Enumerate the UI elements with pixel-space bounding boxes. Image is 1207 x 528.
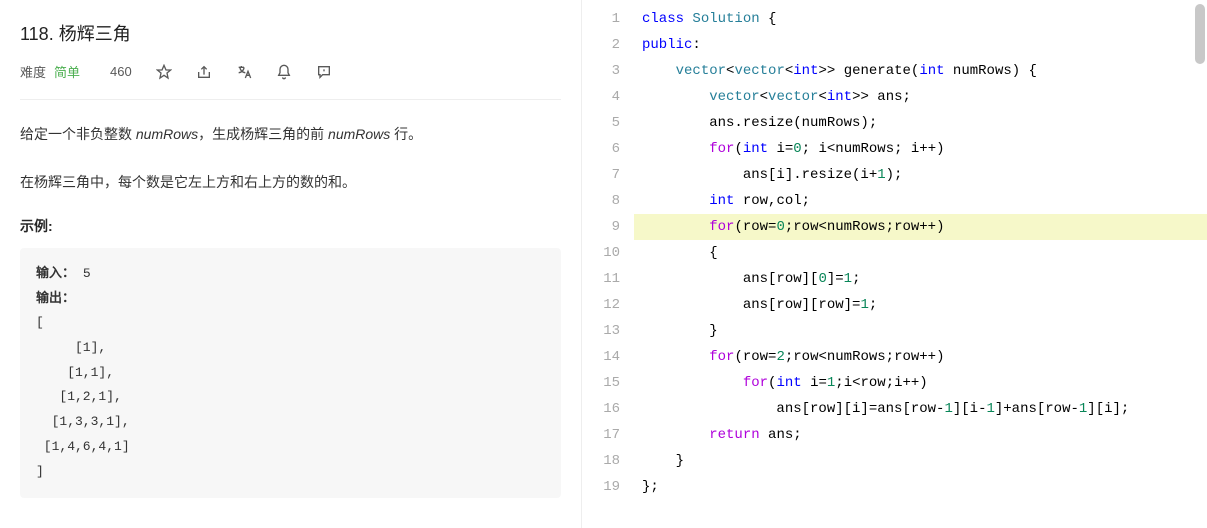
code-line[interactable]: } (634, 318, 1207, 344)
difficulty-value: 简单 (54, 62, 80, 81)
code-line[interactable]: ans[i].resize(i+1); (634, 162, 1207, 188)
code-line[interactable]: } (634, 448, 1207, 474)
code-line[interactable]: int row,col; (634, 188, 1207, 214)
example-heading: 示例: (20, 216, 561, 236)
line-number: 12 (600, 292, 620, 318)
line-number: 8 (600, 188, 620, 214)
problem-description-1: 给定一个非负整数 numRows，生成杨辉三角的前 numRows 行。 (20, 120, 561, 148)
line-number: 5 (600, 110, 620, 136)
line-number: 10 (600, 240, 620, 266)
code-line[interactable]: for(int i=0; i<numRows; i++) (634, 136, 1207, 162)
line-number: 3 (600, 58, 620, 84)
scrollbar-thumb[interactable] (1195, 4, 1205, 64)
line-number-gutter: 12345678910111213141516171819 (590, 6, 634, 500)
problem-meta-row: 难度 简单 460 (20, 62, 561, 81)
code-line[interactable]: ans[row][i]=ans[row-1][i-1]+ans[row-1][i… (634, 396, 1207, 422)
scrollbar-track[interactable] (1195, 4, 1205, 504)
problem-description-2: 在杨辉三角中，每个数是它左上方和右上方的数的和。 (20, 168, 561, 196)
line-number: 13 (600, 318, 620, 344)
translate-icon (236, 64, 252, 80)
app-split-view: 118. 杨辉三角 难度 简单 460 (0, 0, 1207, 528)
example-box: 输入： 5 输出： [ [1], [1,1], [1,2,1], [1,3,3,… (20, 248, 561, 498)
share-button[interactable] (196, 64, 212, 80)
favorite-button[interactable] (156, 64, 172, 80)
code-editor-pane[interactable]: 12345678910111213141516171819 class Solu… (582, 0, 1207, 528)
feedback-button[interactable] (316, 64, 332, 80)
code-editor[interactable]: 12345678910111213141516171819 class Solu… (590, 6, 1207, 500)
code-line[interactable]: }; (634, 474, 1207, 500)
code-line[interactable]: class Solution { (634, 6, 1207, 32)
like-button[interactable]: 460 (104, 64, 132, 79)
line-number: 15 (600, 370, 620, 396)
line-number: 1 (600, 6, 620, 32)
code-line[interactable]: public: (634, 32, 1207, 58)
line-number: 14 (600, 344, 620, 370)
line-number: 16 (600, 396, 620, 422)
code-line[interactable]: { (634, 240, 1207, 266)
translate-button[interactable] (236, 64, 252, 80)
code-line[interactable]: for(row=0;row<numRows;row++) (634, 214, 1207, 240)
code-line[interactable]: for(int i=1;i<row;i++) (634, 370, 1207, 396)
line-number: 18 (600, 448, 620, 474)
line-number: 2 (600, 32, 620, 58)
code-line[interactable]: vector<vector<int>> generate(int numRows… (634, 58, 1207, 84)
share-icon (196, 64, 212, 80)
code-line[interactable]: vector<vector<int>> ans; (634, 84, 1207, 110)
line-number: 4 (600, 84, 620, 110)
problem-title: 118. 杨辉三角 (20, 20, 561, 46)
like-count: 460 (110, 64, 132, 79)
code-line[interactable]: ans[row][0]=1; (634, 266, 1207, 292)
problem-pane: 118. 杨辉三角 难度 简单 460 (0, 0, 582, 528)
bell-icon (276, 64, 292, 80)
code-line[interactable]: ans.resize(numRows); (634, 110, 1207, 136)
line-number: 11 (600, 266, 620, 292)
code-line[interactable]: for(row=2;row<numRows;row++) (634, 344, 1207, 370)
line-number: 19 (600, 474, 620, 500)
difficulty-label: 难度 (20, 62, 46, 81)
code-line[interactable]: return ans; (634, 422, 1207, 448)
feedback-icon (316, 64, 332, 80)
code-line[interactable]: ans[row][row]=1; (634, 292, 1207, 318)
code-area[interactable]: class Solution {public: vector<vector<in… (634, 6, 1207, 500)
line-number: 6 (600, 136, 620, 162)
divider (20, 99, 561, 100)
line-number: 17 (600, 422, 620, 448)
line-number: 9 (600, 214, 620, 240)
star-icon (156, 64, 172, 80)
line-number: 7 (600, 162, 620, 188)
notification-button[interactable] (276, 64, 292, 80)
